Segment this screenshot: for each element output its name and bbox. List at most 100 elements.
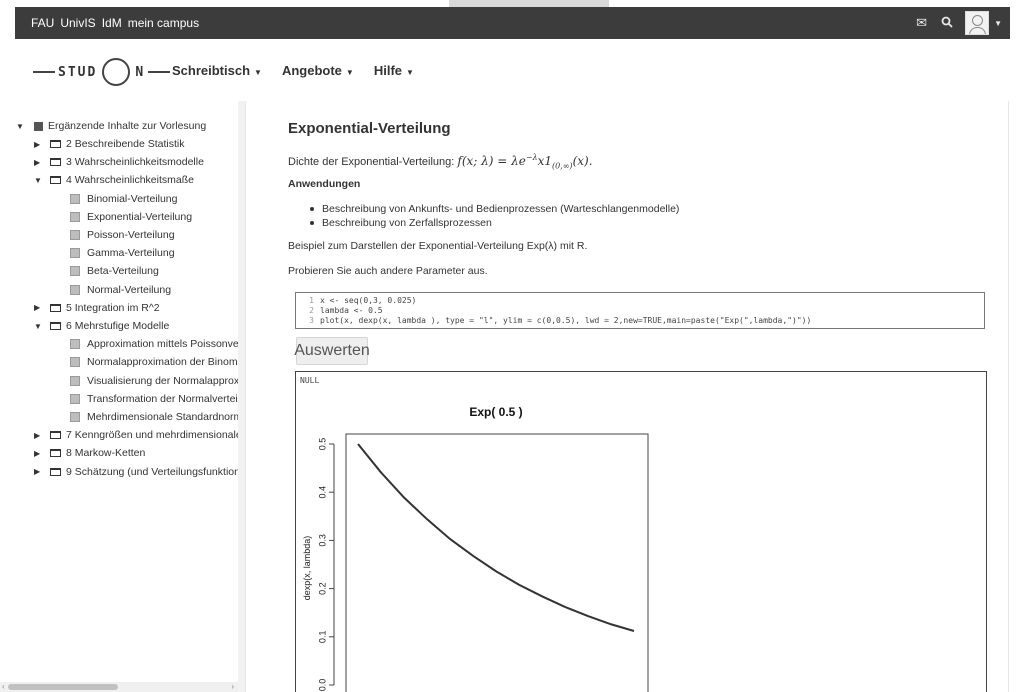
- collapsed-triangle-icon[interactable]: ▶: [34, 158, 44, 167]
- tree-item-label: Poisson-Verteilung: [87, 229, 175, 241]
- applications-list: Beschreibung von Ankunfts- und Bedienpro…: [310, 202, 679, 230]
- list-item: Beschreibung von Ankunfts- und Bedienpro…: [310, 202, 679, 216]
- y-tick-label: 0.0: [317, 679, 327, 692]
- sidebar-scrollbar[interactable]: [238, 101, 245, 692]
- tree-folder-item[interactable]: ▶ 9 Schätzung (und Verteilungsfunktionen: [34, 463, 238, 481]
- tree-doc-item[interactable]: Normal-Verteilung: [70, 281, 171, 299]
- scroll-left-icon[interactable]: ‹: [2, 682, 5, 691]
- code-text: x <- seq(0,3, 0.025): [320, 296, 417, 305]
- main-nav: Schreibtisch ▼ Angebote ▼ Hilfe ▼: [172, 39, 434, 101]
- link-univis[interactable]: UnivIS: [60, 16, 95, 30]
- folder-icon: [50, 303, 61, 312]
- tree-doc-item[interactable]: Transformation der Normalverteilur: [70, 390, 238, 408]
- collapsed-triangle-icon[interactable]: ▶: [34, 449, 44, 458]
- tree-item-label: 7 Kenngrößen und mehrdimensionale N: [66, 429, 238, 442]
- sidebar-tree: ▼ Ergänzende Inhalte zur Vorlesung ▶ 2 Be…: [0, 101, 238, 692]
- tree-folder-item[interactable]: ▼ 6 Mehrstufige Modelle: [34, 317, 169, 335]
- tree-item-label: Binomial-Verteilung: [87, 192, 178, 205]
- density-formula: f(x; λ) = λe−λx1(0,∞)(x).: [457, 153, 593, 171]
- folder-icon: [50, 322, 61, 330]
- density-prefix: Dichte der Exponential-Verteilung:: [288, 156, 458, 168]
- bullet-icon: [310, 221, 314, 225]
- tree-item-label: 9 Schätzung (und Verteilungsfunktionen: [66, 465, 238, 478]
- logo-dash-left: [33, 71, 55, 73]
- tree-doc-item[interactable]: Exponential-Verteilung: [70, 208, 192, 226]
- bullet-icon: [310, 207, 314, 211]
- link-mein-campus[interactable]: mein campus: [128, 16, 199, 30]
- tree-folder-item[interactable]: ▶ 3 Wahrscheinlichkeitsmodelle: [34, 153, 204, 171]
- tree-folder-item[interactable]: ▶ 7 Kenngrößen und mehrdimensionale N: [34, 426, 238, 444]
- root-folder-icon: [34, 121, 43, 131]
- document-icon: [70, 248, 80, 259]
- tree-doc-item[interactable]: Approximation mittels Poissonverte: [70, 335, 238, 353]
- tree-doc-item[interactable]: Binomial-Verteilung: [70, 190, 177, 208]
- tree-item-label: 4 Wahrscheinlichkeitsmaße: [66, 174, 194, 187]
- run-button[interactable]: Auswerten: [294, 337, 370, 365]
- nav-hilfe[interactable]: Hilfe ▼: [374, 63, 414, 78]
- tree-item-label: 6 Mehrstufige Modelle: [66, 320, 170, 332]
- code-editor[interactable]: 1 x <- seq(0,3, 0.025) 2 lambda <- 0.5 3 pl…: [295, 292, 985, 329]
- code-line: 1 x <- seq(0,3, 0.025): [296, 296, 416, 305]
- link-fau[interactable]: FAU: [31, 16, 54, 30]
- link-idm[interactable]: IdM: [102, 16, 122, 30]
- chevron-down-icon[interactable]: ▼: [994, 19, 1002, 28]
- tree-doc-item[interactable]: Poisson-Verteilung: [70, 226, 175, 244]
- studon-logo[interactable]: STUD N: [33, 58, 171, 86]
- line-number: 2: [309, 306, 314, 315]
- sidebar-horizontal-scrollbar[interactable]: ‹ ›: [0, 682, 238, 692]
- nav-angebote[interactable]: Angebote ▼: [282, 63, 354, 78]
- scroll-thumb[interactable]: [8, 684, 118, 690]
- mail-icon[interactable]: ✉: [916, 15, 927, 31]
- document-icon: [70, 393, 80, 404]
- document-icon: [70, 284, 80, 295]
- tree-doc-item[interactable]: Mehrdimensionale Standardnormal: [70, 408, 238, 426]
- tree-folder-item[interactable]: ▼ 4 Wahrscheinlichkeitsmaße: [34, 171, 194, 189]
- tree-doc-item[interactable]: Visualisierung der Normalapproxim: [70, 372, 238, 390]
- y-tick-label: 0.3: [317, 534, 327, 547]
- tree-item-label: 2 Beschreibende Statistik: [66, 138, 185, 150]
- scroll-right-icon[interactable]: ›: [231, 682, 234, 691]
- tree-doc-item[interactable]: Beta-Verteilung: [70, 262, 159, 280]
- content-border: [1008, 101, 1009, 692]
- browser-strip: [0, 0, 1030, 7]
- logo-dash-right: [148, 71, 171, 73]
- avatar-body: [969, 27, 987, 34]
- collapsed-triangle-icon[interactable]: ▶: [34, 467, 44, 476]
- example-text: Beispiel zum Darstellen der Exponential-…: [288, 240, 588, 252]
- y-tick-label: 0.4: [317, 486, 327, 499]
- tree-item-label: Gamma-Verteilung: [87, 247, 175, 260]
- line-number: 3: [309, 316, 314, 325]
- tree-doc-item[interactable]: Normalapproximation der Binomial-: [70, 353, 238, 371]
- expanded-triangle-icon[interactable]: ▼: [34, 322, 44, 331]
- expanded-triangle-icon[interactable]: ▼: [34, 176, 44, 185]
- y-axis-label: dexp(x, lambda): [302, 536, 312, 601]
- code-text: lambda <- 0.5: [320, 306, 383, 315]
- tree-folder-item[interactable]: ▶ 8 Markow-Ketten: [34, 444, 145, 462]
- logo-ring: [102, 58, 131, 86]
- top-links: FAU UnivIS IdM mein campus: [31, 7, 205, 39]
- tree-root[interactable]: ▼ Ergänzende Inhalte zur Vorlesung: [16, 117, 206, 135]
- output-panel: NULL Exp( 0.5 ) 0.0 0.1 0.2 0.3 0.4 0.5 dexp(x,…: [295, 371, 987, 692]
- tree-folder-item[interactable]: ▶ 2 Beschreibende Statistik: [34, 135, 184, 153]
- tree-item-label: Exponential-Verteilung: [87, 210, 193, 223]
- tree-item-label: 3 Wahrscheinlichkeitsmodelle: [66, 156, 204, 169]
- list-item-text: Beschreibung von Zerfallsprozessen: [322, 217, 492, 229]
- y-tick-label: 0.2: [317, 582, 327, 595]
- applications-heading: Anwendungen: [288, 178, 361, 190]
- tree-item-label: Mehrdimensionale Standardnormal: [87, 411, 238, 423]
- tree-doc-item[interactable]: Gamma-Verteilung: [70, 244, 175, 262]
- nav-schreibtisch[interactable]: Schreibtisch ▼: [172, 63, 262, 78]
- collapsed-triangle-icon[interactable]: ▶: [34, 431, 44, 440]
- avatar[interactable]: [965, 11, 990, 35]
- document-icon: [70, 230, 80, 240]
- expanded-triangle-icon[interactable]: ▼: [16, 122, 26, 131]
- nav-hilfe-label: Hilfe: [373, 62, 402, 78]
- chevron-down-icon: ▼: [345, 67, 354, 77]
- tree-folder-item[interactable]: ▶ 5 Integration im R^2: [34, 299, 160, 317]
- tree-item-label: Normalapproximation der Binomial-: [87, 356, 238, 369]
- search-icon[interactable]: [941, 16, 953, 31]
- collapsed-triangle-icon[interactable]: ▶: [34, 303, 44, 312]
- density-paragraph: Dichte der Exponential-Verteilung: f(x; …: [288, 153, 593, 170]
- tree-item-label: Normal-Verteilung: [87, 283, 172, 296]
- collapsed-triangle-icon[interactable]: ▶: [34, 140, 44, 149]
